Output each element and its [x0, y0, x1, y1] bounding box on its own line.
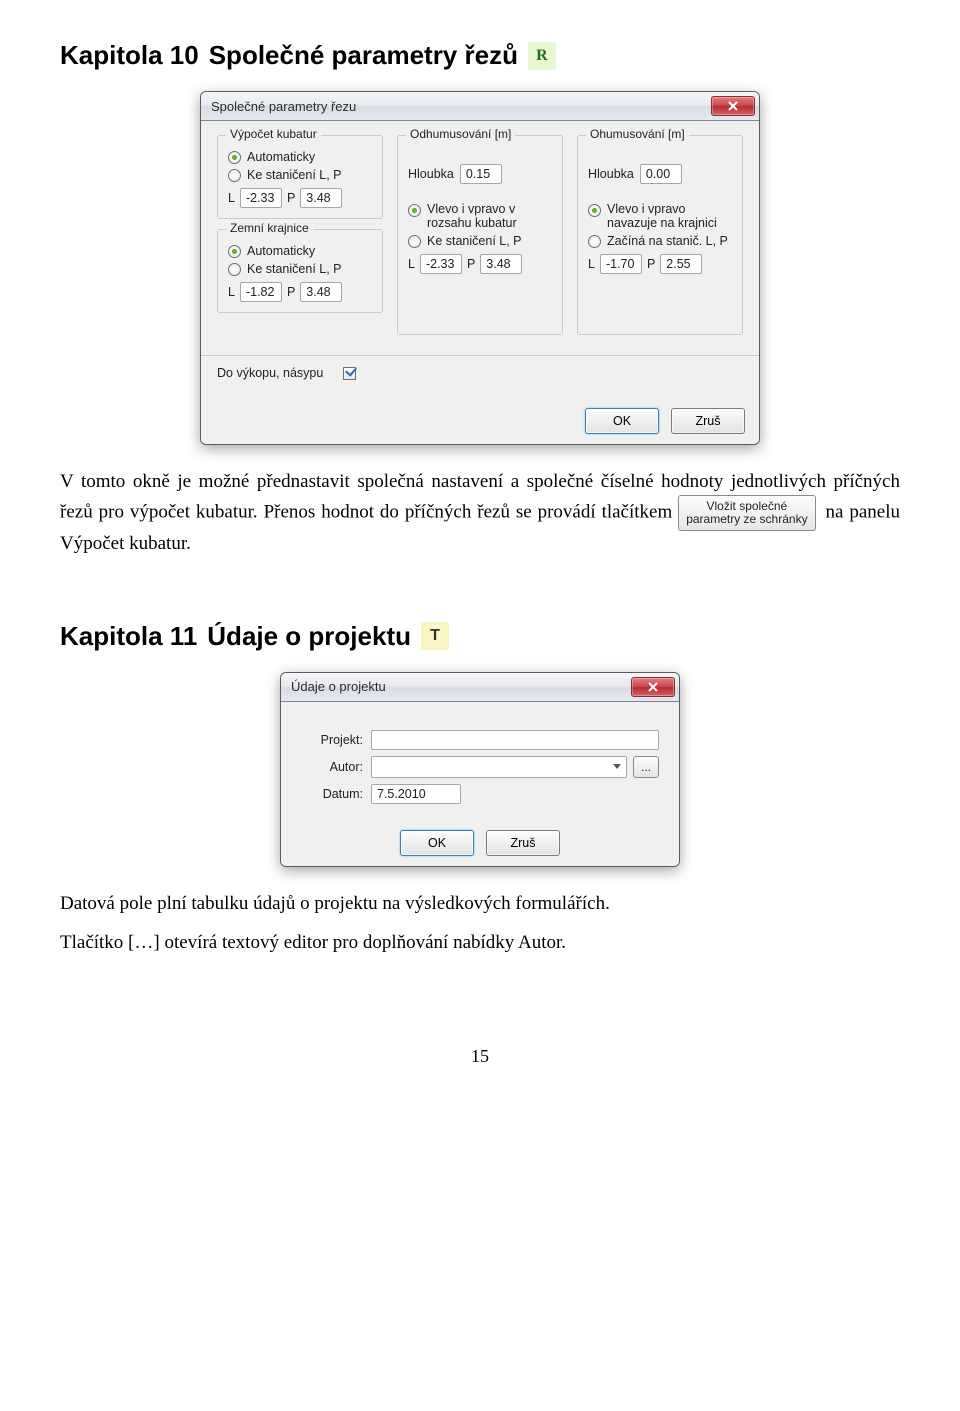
chapter11-title: Údaje o projektu	[207, 621, 411, 652]
radio-krajnice-auto[interactable]: Automaticky	[228, 244, 372, 258]
group-ohumusovani: Ohumusování [m] Hloubka 0.00 Vlevo i vpr…	[577, 135, 743, 335]
combo-autor[interactable]	[371, 756, 627, 778]
radio-odhum-rozsah[interactable]: Vlevo i vpravo v rozsahu kubatur	[408, 202, 552, 230]
cancel-button[interactable]: Zruš	[671, 408, 745, 434]
radio-ohum-krajnice[interactable]: Vlevo i vpravo navazuje na krajnici	[588, 202, 732, 230]
checkbox-dovykopu-row[interactable]: Do výkopu, násypu	[217, 366, 743, 380]
group-zemni-krajnice: Zemní krajnice Automaticky Ke staničení …	[217, 229, 383, 313]
chapter10-title: Společné parametry řezů	[209, 40, 518, 71]
radio-odhum-stanic[interactable]: Ke staničení L, P	[408, 234, 552, 248]
dialog1-title: Společné parametry řezu	[211, 99, 711, 114]
chapter10-heading: Kapitola 10 Společné parametry řezů R	[60, 40, 900, 71]
close-icon[interactable]	[631, 677, 675, 697]
dialog2-title: Údaje o projektu	[291, 679, 631, 694]
radio-krajnice-stanic[interactable]: Ke staničení L, P	[228, 262, 372, 276]
group-title-ohum: Ohumusování [m]	[586, 127, 689, 141]
input-projekt[interactable]	[371, 730, 659, 750]
odhum-hloubka-input[interactable]: 0.15	[460, 164, 502, 184]
ohum-hloubka-input[interactable]: 0.00	[640, 164, 682, 184]
paragraph-ch11-2: Tlačítko […] otevírá textový editor pro …	[60, 930, 900, 956]
paragraph-ch10: V tomto okně je možné přednastavit spole…	[60, 469, 900, 557]
radio-ohum-stanic[interactable]: Začíná na stanič. L, P	[588, 234, 732, 248]
group-title-vypocet: Výpočet kubatur	[226, 127, 321, 141]
vypocet-P-input[interactable]: 3.48	[300, 188, 342, 208]
vypocet-L-input[interactable]: -2.33	[240, 188, 282, 208]
group-title-odhum: Odhumusování [m]	[406, 127, 515, 141]
radio-icon	[408, 235, 421, 248]
radio-icon	[588, 204, 601, 217]
group-title-krajnice: Zemní krajnice	[226, 221, 313, 235]
page-number: 15	[60, 1046, 900, 1067]
odhum-hloubka-label: Hloubka	[408, 167, 454, 181]
odhum-L-input[interactable]: -2.33	[420, 254, 462, 274]
dialog2-button-bar: OK Zruš	[281, 820, 679, 866]
badge-t-icon: T	[421, 622, 449, 650]
ohum-hloubka-label: Hloubka	[588, 167, 634, 181]
radio-icon	[228, 169, 241, 182]
ok-button[interactable]: OK	[585, 408, 659, 434]
ohum-P-input[interactable]: 2.55	[660, 254, 702, 274]
chapter11-heading: Kapitola 11 Údaje o projektu T	[60, 621, 900, 652]
radio-icon	[228, 263, 241, 276]
odhum-P-input[interactable]: 3.48	[480, 254, 522, 274]
radio-icon	[408, 204, 421, 217]
radio-label: Začíná na stanič. L, P	[607, 234, 728, 248]
radio-icon	[228, 151, 241, 164]
lp-P-label: P	[287, 191, 295, 205]
radio-icon	[588, 235, 601, 248]
krajnice-P-input[interactable]: 3.48	[300, 282, 342, 302]
paragraph-ch11-1: Datová pole plní tabulku údajů o projekt…	[60, 891, 900, 917]
lp-L-label: L	[228, 285, 235, 299]
label-autor: Autor:	[301, 760, 371, 774]
lp-L-label: L	[408, 257, 415, 271]
cancel-button[interactable]: Zruš	[486, 830, 560, 856]
radio-label: Automaticky	[247, 150, 315, 164]
chapter11-prefix: Kapitola 11	[60, 621, 197, 652]
badge-r-icon: R	[528, 42, 556, 70]
radio-vypocet-auto[interactable]: Automaticky	[228, 150, 372, 164]
lp-P-label: P	[287, 285, 295, 299]
close-icon[interactable]	[711, 96, 755, 116]
radio-label: Ke staničení L, P	[247, 262, 342, 276]
dialog1-button-bar: OK Zruš	[201, 398, 759, 444]
group-odhumusovani: Odhumusování [m] Hloubka 0.15 Vlevo i vp…	[397, 135, 563, 335]
dialog-spolecne-parametry: Společné parametry řezu Výpočet kubatur …	[200, 91, 760, 445]
inline-vlozit-button[interactable]: Vložit společné parametry ze schránky	[678, 495, 815, 531]
lp-P-label: P	[467, 257, 475, 271]
lp-L-label: L	[228, 191, 235, 205]
checkbox-icon[interactable]	[343, 367, 356, 380]
dialog-udaje-o-projektu: Údaje o projektu Projekt: Autor: ... Dat…	[280, 672, 680, 867]
dialog2-titlebar[interactable]: Údaje o projektu	[281, 673, 679, 702]
radio-label: Vlevo i vpravo v rozsahu kubatur	[427, 202, 547, 230]
ok-button[interactable]: OK	[400, 830, 474, 856]
krajnice-L-input[interactable]: -1.82	[240, 282, 282, 302]
radio-icon	[228, 245, 241, 258]
input-datum[interactable]: 7.5.2010	[371, 784, 461, 804]
dots-button[interactable]: ...	[633, 756, 659, 778]
chapter10-prefix: Kapitola 10	[60, 40, 199, 71]
ohum-L-input[interactable]: -1.70	[600, 254, 642, 274]
radio-vypocet-stanic[interactable]: Ke staničení L, P	[228, 168, 372, 182]
label-datum: Datum:	[301, 787, 371, 801]
dovykopu-label: Do výkopu, násypu	[217, 366, 323, 380]
lp-L-label: L	[588, 257, 595, 271]
dialog1-titlebar[interactable]: Společné parametry řezu	[201, 92, 759, 121]
chevron-down-icon	[613, 764, 621, 769]
radio-label: Ke staničení L, P	[427, 234, 522, 248]
label-projekt: Projekt:	[301, 733, 371, 747]
radio-label: Automaticky	[247, 244, 315, 258]
lp-P-label: P	[647, 257, 655, 271]
group-vypocet-kubatur: Výpočet kubatur Automaticky Ke staničení…	[217, 135, 383, 219]
radio-label: Vlevo i vpravo navazuje na krajnici	[607, 202, 732, 230]
radio-label: Ke staničení L, P	[247, 168, 342, 182]
